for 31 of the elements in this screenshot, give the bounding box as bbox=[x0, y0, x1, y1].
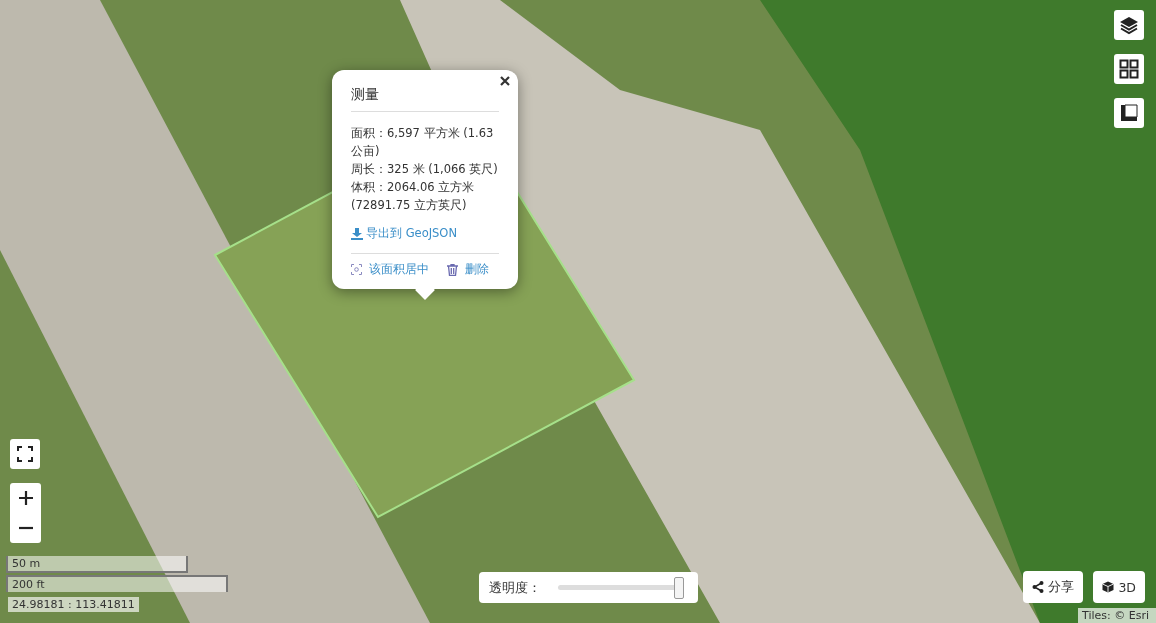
grid-icon bbox=[1119, 59, 1139, 79]
delete-link[interactable]: 删除 bbox=[447, 262, 489, 277]
measure-text: 体积：2064.06 立方米 (72891.75 立方英尺) bbox=[351, 179, 476, 214]
coordinates-text: 24.98181 : 113.41811 bbox=[8, 597, 139, 612]
ruler-icon bbox=[1120, 104, 1138, 122]
attribution-text: Tiles: © Esri bbox=[1078, 608, 1156, 623]
popup-title: 测量 bbox=[351, 86, 499, 112]
fullscreen-icon bbox=[17, 446, 33, 462]
trash-icon bbox=[447, 263, 458, 276]
layers-icon bbox=[1119, 15, 1139, 35]
opacity-label: 透明度： bbox=[489, 578, 541, 597]
metric-scale: 50 m bbox=[6, 556, 188, 573]
measure-text: 周长：325 米 (1,066 英尺) bbox=[351, 161, 499, 178]
measure-text: 面积：6,597 平方米 (1.63 公亩) bbox=[351, 125, 495, 160]
slider-thumb[interactable] bbox=[674, 576, 685, 599]
fullscreen-button[interactable] bbox=[10, 439, 40, 469]
export-link[interactable]: 导出到 GeoJSON bbox=[351, 226, 499, 241]
plus-icon bbox=[18, 491, 33, 505]
share-button[interactable]: 分享 bbox=[1023, 571, 1084, 603]
3d-button[interactable]: 3D bbox=[1093, 571, 1145, 603]
close-icon bbox=[500, 76, 510, 86]
grid-button[interactable] bbox=[1114, 54, 1144, 84]
center-link[interactable]: 该面积居中 bbox=[351, 262, 429, 277]
close-button[interactable] bbox=[498, 74, 512, 88]
layers-button[interactable] bbox=[1114, 10, 1144, 40]
focus-icon bbox=[351, 264, 362, 275]
download-icon bbox=[351, 227, 363, 240]
measure-button[interactable] bbox=[1114, 98, 1144, 128]
imperial-scale: 200 ft bbox=[6, 575, 228, 592]
share-icon bbox=[1032, 581, 1045, 593]
cube-icon bbox=[1102, 581, 1115, 593]
